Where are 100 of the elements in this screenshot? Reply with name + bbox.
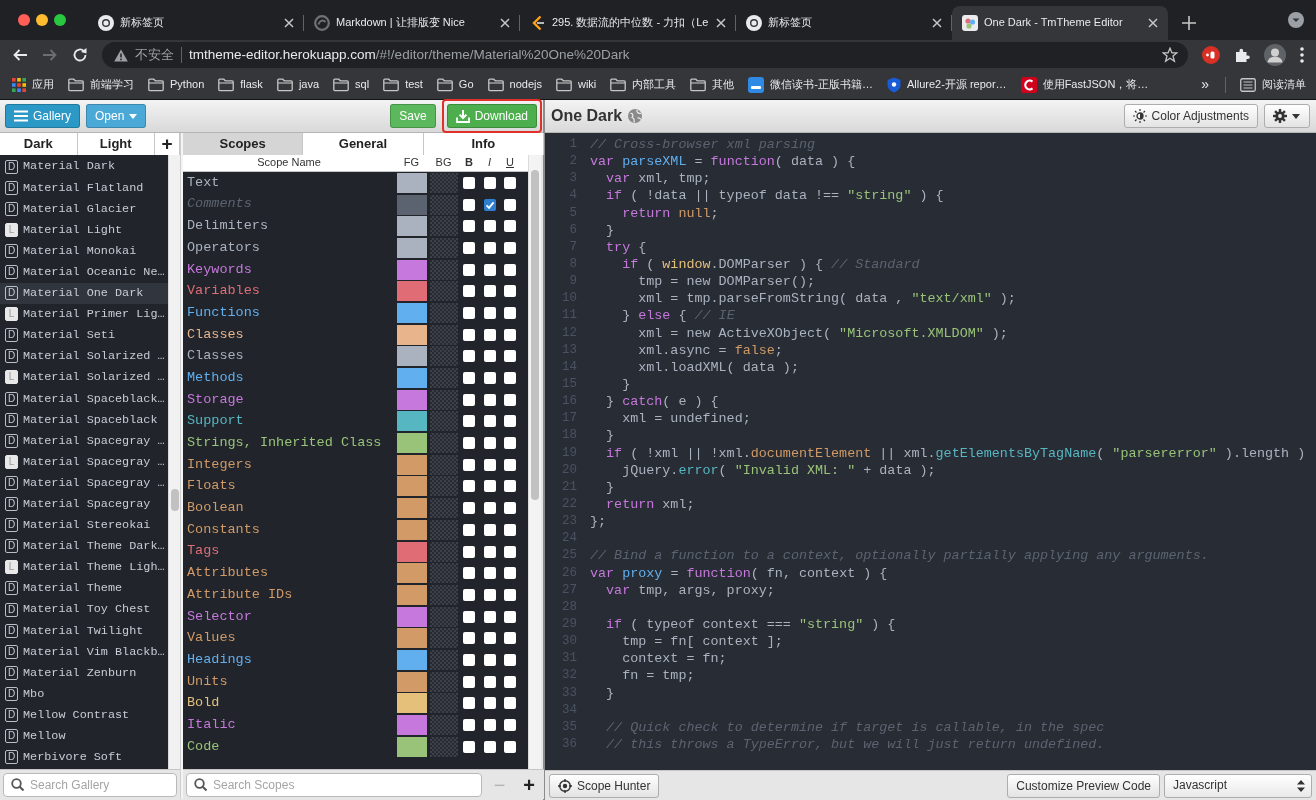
- url-text[interactable]: tmtheme-editor.herokuapp.com/#!/editor/theme/Material%20One%20Dark: [189, 46, 630, 64]
- fg-color-swatch[interactable]: [396, 302, 427, 323]
- fg-color-swatch[interactable]: [396, 606, 427, 627]
- bold-checkbox[interactable]: [463, 480, 475, 493]
- bold-checkbox[interactable]: [463, 697, 475, 710]
- fg-color-swatch[interactable]: [396, 715, 427, 736]
- italic-checkbox[interactable]: [483, 285, 496, 298]
- gallery-item[interactable]: L Material Primer Lig…: [0, 303, 168, 325]
- close-icon[interactable]: [932, 18, 942, 28]
- bg-color-swatch[interactable]: [429, 649, 458, 670]
- bold-checkbox[interactable]: [463, 285, 475, 298]
- puzzle-icon[interactable]: [1234, 47, 1250, 63]
- fg-color-swatch[interactable]: [396, 498, 427, 519]
- underline-checkbox[interactable]: [504, 632, 516, 645]
- reload-icon[interactable]: [72, 47, 88, 63]
- gallery-item[interactable]: D Material One Dark: [0, 282, 168, 304]
- bg-color-swatch[interactable]: [429, 519, 458, 540]
- bg-color-swatch[interactable]: [429, 324, 458, 345]
- italic-checkbox[interactable]: [483, 610, 496, 623]
- gallery-item[interactable]: D Material Oceanic Ne…: [0, 261, 168, 283]
- bold-checkbox[interactable]: [463, 588, 475, 601]
- italic-checkbox[interactable]: [483, 350, 496, 363]
- bg-color-swatch[interactable]: [429, 368, 458, 389]
- fg-color-swatch[interactable]: [396, 649, 427, 670]
- underline-checkbox[interactable]: [504, 458, 516, 471]
- bold-checkbox[interactable]: [463, 719, 475, 732]
- italic-checkbox[interactable]: [483, 588, 496, 601]
- more-menu-icon[interactable]: [1300, 47, 1304, 63]
- gallery-item[interactable]: D Mbo: [0, 683, 168, 705]
- gallery-item[interactable]: L Material Solarized …: [0, 366, 168, 389]
- underline-checkbox[interactable]: [504, 285, 516, 298]
- fg-color-swatch[interactable]: [396, 172, 427, 193]
- bold-checkbox[interactable]: [463, 263, 475, 276]
- minimize-window-icon[interactable]: [36, 14, 48, 26]
- fg-color-swatch[interactable]: [396, 389, 427, 410]
- bold-checkbox[interactable]: [463, 653, 475, 666]
- bg-color-swatch[interactable]: [429, 172, 458, 193]
- gallery-item[interactable]: D Material Theme: [0, 577, 168, 599]
- search-field[interactable]: Search Gallery: [3, 772, 177, 797]
- fg-color-swatch[interactable]: [396, 476, 427, 497]
- fg-color-swatch[interactable]: [396, 216, 427, 237]
- bookmark-item[interactable]: wiki: [555, 77, 597, 92]
- bookmark-item[interactable]: test: [383, 77, 423, 92]
- gallery-item[interactable]: D Material Theme Dark…: [0, 535, 168, 557]
- underline-checkbox[interactable]: [504, 653, 516, 666]
- more-bookmarks-button[interactable]: »: [1199, 76, 1211, 93]
- gallery-item[interactable]: D Material Spaceblack: [0, 409, 168, 431]
- bookmark-item[interactable]: 内部工具: [610, 77, 677, 92]
- close-icon[interactable]: [284, 18, 294, 28]
- bold-checkbox[interactable]: [463, 176, 475, 189]
- italic-checkbox[interactable]: [483, 719, 496, 732]
- gallery-item[interactable]: D Mellow Contrast: [0, 704, 168, 726]
- underline-checkbox[interactable]: [504, 588, 516, 601]
- gallery-item[interactable]: D Material Twilight: [0, 620, 168, 642]
- add-theme-button[interactable]: +: [155, 133, 180, 155]
- italic-checkbox[interactable]: [483, 458, 496, 471]
- gallery-item[interactable]: D Material Zenburn: [0, 662, 168, 684]
- gallery-item[interactable]: D Material Spacegray …: [0, 472, 168, 494]
- bold-checkbox[interactable]: [463, 350, 475, 363]
- bg-color-swatch[interactable]: [429, 433, 458, 454]
- gallery-item[interactable]: D Merbivore Soft: [0, 746, 168, 768]
- italic-checkbox[interactable]: [483, 306, 496, 319]
- fg-color-swatch[interactable]: [396, 693, 427, 714]
- bg-color-swatch[interactable]: [429, 411, 458, 432]
- fg-color-swatch[interactable]: [396, 736, 427, 757]
- italic-checkbox[interactable]: [483, 328, 496, 341]
- italic-checkbox[interactable]: [483, 632, 496, 645]
- underline-checkbox[interactable]: [504, 502, 516, 515]
- bg-color-swatch[interactable]: [429, 671, 458, 692]
- underline-checkbox[interactable]: [504, 393, 516, 406]
- gallery-item[interactable]: D Material Flatland: [0, 177, 168, 199]
- gallery-item[interactable]: D Material Solarized …: [0, 345, 168, 367]
- bookmark-item[interactable]: Allure2-开源 repor…: [887, 76, 1007, 93]
- fg-color-swatch[interactable]: [396, 368, 427, 389]
- bg-color-swatch[interactable]: [429, 389, 458, 410]
- bookmark-star-icon[interactable]: [1162, 47, 1178, 63]
- bold-checkbox[interactable]: [463, 632, 475, 645]
- underline-checkbox[interactable]: [504, 675, 516, 688]
- browser-tab[interactable]: One Dark - TmTheme Editor: [952, 6, 1168, 40]
- fg-color-swatch[interactable]: [396, 433, 427, 454]
- bold-checkbox[interactable]: [463, 567, 475, 580]
- underline-checkbox[interactable]: [504, 523, 516, 536]
- bold-checkbox[interactable]: [463, 675, 475, 688]
- customize-preview-button[interactable]: Customize Preview Code: [1007, 773, 1160, 798]
- settings-dropdown-button[interactable]: [1264, 104, 1310, 128]
- gallery-item[interactable]: L Material Spacegray …: [0, 451, 168, 473]
- color-adjustments-button[interactable]: Color Adjustments: [1123, 104, 1258, 128]
- bg-color-swatch[interactable]: [429, 541, 458, 562]
- underline-checkbox[interactable]: [504, 328, 516, 341]
- theme-filter-tab[interactable]: Dark: [0, 133, 78, 155]
- bg-color-swatch[interactable]: [429, 736, 458, 757]
- browser-tab[interactable]: 新标签页: [736, 6, 952, 40]
- underline-checkbox[interactable]: [504, 545, 516, 558]
- bold-checkbox[interactable]: [463, 328, 475, 341]
- italic-checkbox[interactable]: [483, 480, 496, 493]
- underline-checkbox[interactable]: [504, 220, 516, 233]
- bold-checkbox[interactable]: [463, 415, 475, 428]
- underline-checkbox[interactable]: [504, 740, 516, 753]
- italic-checkbox[interactable]: [483, 241, 496, 254]
- underline-checkbox[interactable]: [504, 263, 516, 276]
